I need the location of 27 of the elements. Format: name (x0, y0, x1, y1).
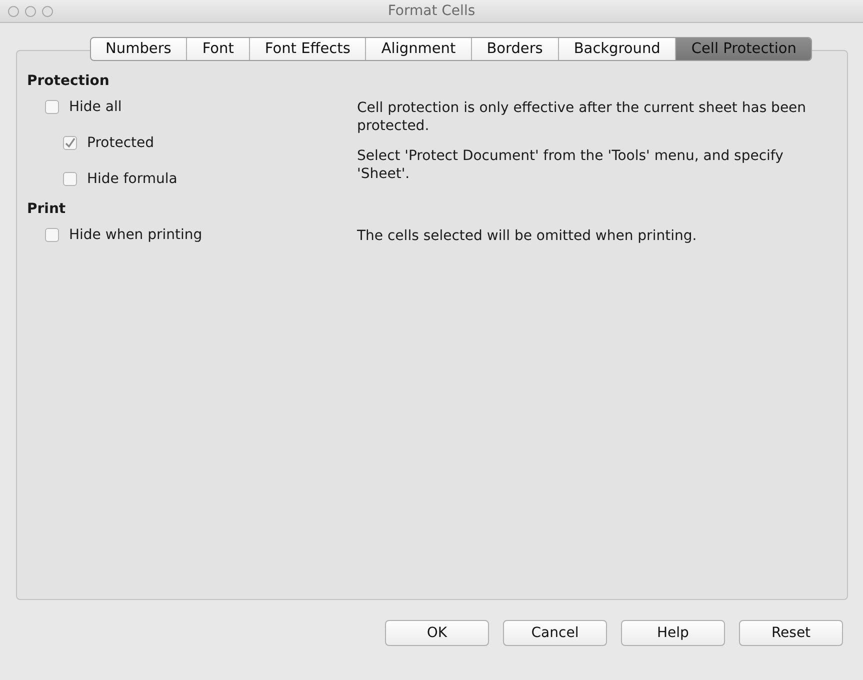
dialog-button[interactable]: Reset (739, 620, 843, 646)
window-control-icon[interactable] (8, 6, 19, 16)
checkbox-label: Hide all (69, 99, 122, 115)
window-control-icon[interactable] (25, 6, 36, 16)
section-heading: Print (27, 201, 67, 217)
dialog-button[interactable]: Help (621, 620, 725, 646)
tab[interactable]: Numbers (90, 38, 186, 60)
checkbox-label: Hide when printing (69, 227, 202, 243)
checkbox[interactable] (45, 100, 59, 114)
checkbox[interactable] (63, 172, 77, 186)
checkbox[interactable] (63, 136, 77, 150)
checkbox[interactable] (45, 228, 59, 242)
tab[interactable]: Alignment (365, 38, 471, 60)
tab[interactable]: Font Effects (248, 38, 366, 60)
tab[interactable]: Borders (470, 38, 558, 60)
info-text: The cells selected will be omitted when printing. (357, 227, 698, 245)
section-heading: Protection (27, 73, 110, 89)
window-control-icon[interactable] (42, 6, 53, 16)
dialog-button[interactable]: OK (385, 620, 489, 646)
tab[interactable]: Cell Protection (675, 38, 812, 60)
window-title: Format Cells (388, 3, 476, 19)
info-text: Select 'Protect Document' from the 'Tools' menu, and specify 'Sheet'. (357, 147, 784, 183)
info-text: Cell protection is only effective after the current sheet has been protected. (357, 99, 808, 135)
checkbox-label: Hide formula (87, 171, 178, 187)
checkbox-label: Protected (87, 135, 154, 151)
tab[interactable]: Font (186, 38, 249, 60)
dialog-button[interactable]: Cancel (503, 620, 607, 646)
